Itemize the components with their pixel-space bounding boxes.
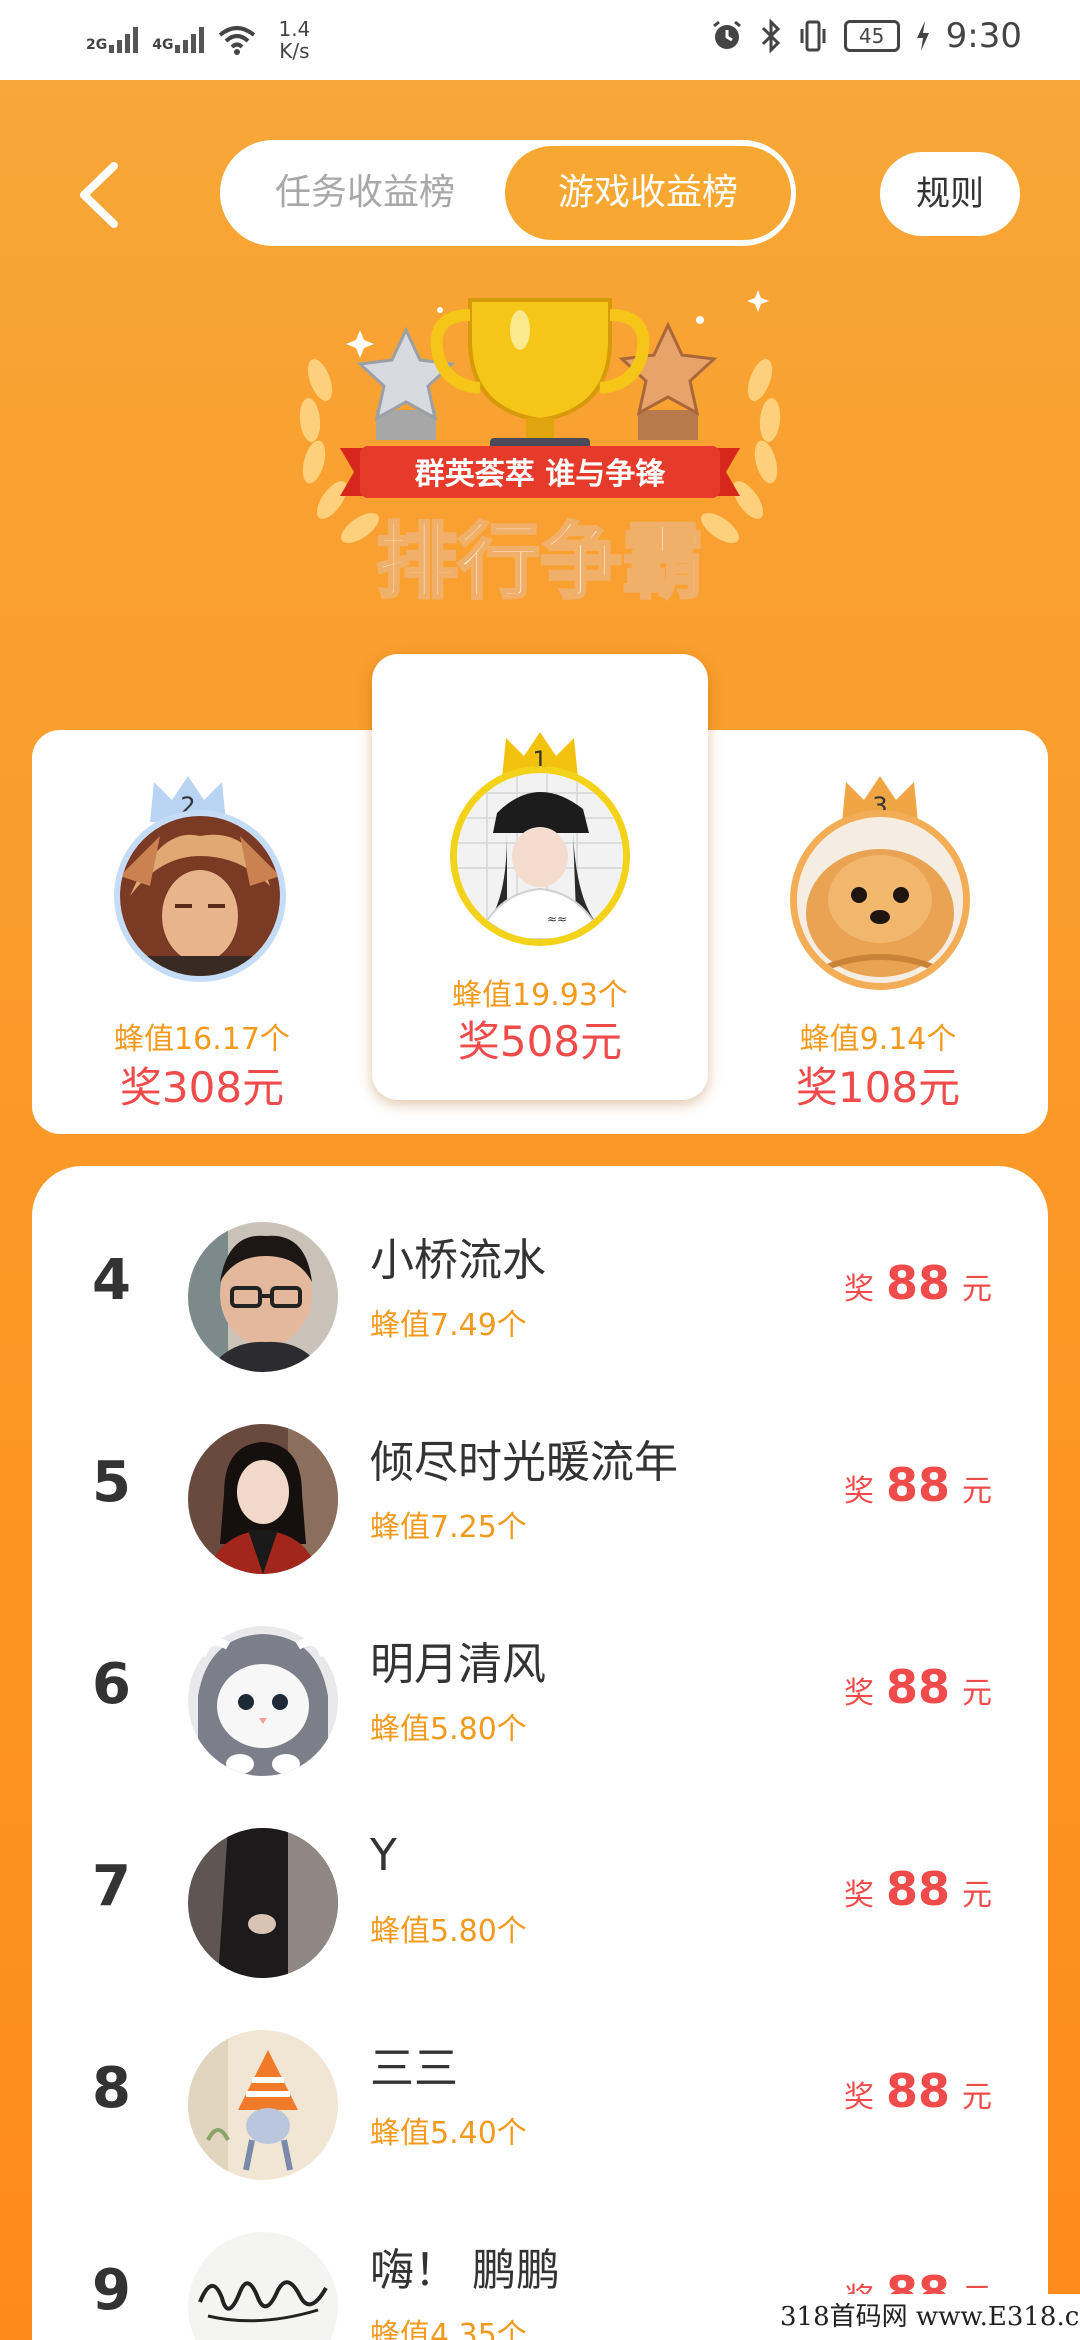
wifi-icon — [219, 26, 256, 55]
banner-ribbon-text: 群英荟萃 谁与争锋 — [415, 457, 666, 492]
ranking-banner: 群英荟萃 谁与争锋 排行争霸 — [299, 290, 781, 612]
row-prize: 奖 88 元 — [843, 1660, 992, 1714]
row-name: 三三 — [370, 2043, 458, 2094]
row-rank: 9 — [92, 2258, 131, 2323]
row-score: 蜂值7.49个 — [370, 1308, 527, 1343]
status-bar: 2G 4G 1.4 K/s 45 9:30 — [0, 0, 1080, 80]
gold-trophy-icon — [430, 298, 650, 462]
row-name: 倾尽时光暖流年 — [370, 1437, 678, 1488]
row-rank: 8 — [92, 2056, 131, 2121]
woman-portrait-avatar — [188, 1424, 338, 1574]
vibrate-icon — [800, 20, 826, 52]
row-name: 明月清风 — [370, 1639, 546, 1690]
pomeranian-dog-avatar — [790, 810, 970, 990]
podium-score: 蜂值16.17个 — [114, 1022, 290, 1057]
leaderboard-row[interactable]: 7 Y 蜂值5.80个 奖 88 元 — [32, 1800, 1048, 2000]
bluetooth-icon — [761, 19, 780, 53]
row-score: 蜂值4.35个 — [370, 2318, 527, 2340]
network-speed: 1.4 K/s — [278, 17, 311, 63]
leaderboard-list: 4 小桥流水 蜂值7.49个 奖 88 元 5 倾尽时光暖流年 蜂值7.25个 … — [32, 1166, 1048, 2340]
clock: 9:30 — [945, 16, 1022, 56]
row-score: 蜂值5.80个 — [370, 1914, 527, 1949]
tab-task-earnings[interactable]: 任务收益榜 — [225, 146, 505, 240]
row-prize: 奖 88 元 — [843, 1458, 992, 1512]
banner-ribbon: 群英荟萃 谁与争锋 — [340, 446, 740, 498]
battery-indicator: 45 — [843, 20, 900, 52]
row-rank: 7 — [92, 1854, 131, 1919]
cat-avatar — [188, 1626, 338, 1776]
signal-2g: 2G — [86, 27, 139, 53]
signal-bars-icon — [175, 27, 205, 53]
row-name: Y — [370, 1830, 397, 1881]
signature-avatar — [188, 2232, 338, 2340]
podium-prize: 奖508元 — [457, 1017, 623, 1066]
podium-rank-3[interactable]: 3 蜂值9.14个 奖108元 — [708, 730, 1048, 1134]
man-with-glasses-avatar — [188, 1222, 338, 1372]
girl-with-cap-avatar: ≈≈ — [450, 766, 630, 946]
podium-score: 蜂值9.14个 — [799, 1022, 957, 1057]
row-score: 蜂值5.80个 — [370, 1712, 527, 1747]
leaderboard-row[interactable]: 8 三三 蜂值5.40个 奖 88 元 — [32, 2002, 1048, 2202]
watermark: 318首码网 www.E318.com — [770, 2294, 1080, 2340]
row-rank: 6 — [92, 1652, 131, 1717]
row-name: 嗨！ 鹏鹏 — [370, 2245, 560, 2296]
signal-4g: 4G — [152, 27, 205, 53]
svg-text:≈≈: ≈≈ — [547, 912, 567, 926]
podium-prize: 奖108元 — [795, 1063, 961, 1112]
row-name: 小桥流水 — [370, 1235, 546, 1286]
anime-character-avatar — [114, 810, 286, 982]
dark-figure-avatar — [188, 1828, 338, 1978]
leaderboard-row[interactable]: 5 倾尽时光暖流年 蜂值7.25个 奖 88 元 — [32, 1396, 1048, 1596]
row-prize: 奖 88 元 — [843, 1256, 992, 1310]
row-rank: 5 — [92, 1450, 131, 1515]
leaderboard-row[interactable]: 4 小桥流水 蜂值7.49个 奖 88 元 — [32, 1194, 1048, 1394]
podium-rank-2[interactable]: 2 蜂值16.17个 奖308元 — [32, 730, 372, 1134]
traffic-cone-figure-avatar — [188, 2030, 338, 2180]
leaderboard-row[interactable]: 6 明月清风 蜂值5.80个 奖 88 元 — [32, 1598, 1048, 1798]
banner-title: 排行争霸 — [376, 515, 704, 610]
bronze-star-trophy-icon — [618, 321, 718, 440]
rules-button[interactable]: 规则 — [880, 152, 1020, 236]
row-rank: 4 — [92, 1248, 131, 1313]
ranking-tabs: 任务收益榜 游戏收益榜 — [220, 140, 796, 246]
row-score: 蜂值7.25个 — [370, 1510, 527, 1545]
signal-bars-icon — [109, 27, 139, 53]
charging-icon — [916, 21, 929, 51]
alarm-icon — [712, 20, 741, 49]
row-prize: 奖 88 元 — [843, 2064, 992, 2118]
back-arrow-icon[interactable] — [76, 160, 122, 230]
tab-game-earnings[interactable]: 游戏收益榜 — [505, 146, 791, 240]
podium-prize: 奖308元 — [119, 1063, 285, 1112]
row-prize: 奖 88 元 — [843, 1862, 992, 1916]
podium-rank-1[interactable]: 1 ≈≈ 蜂值19.93个 奖508元 — [372, 654, 708, 1100]
row-score: 蜂值5.40个 — [370, 2116, 527, 2151]
leaderboard-page: 2G 4G 1.4 K/s 45 9:30 任务收益榜 游戏收益榜 规则 群英荟… — [0, 0, 1080, 2340]
